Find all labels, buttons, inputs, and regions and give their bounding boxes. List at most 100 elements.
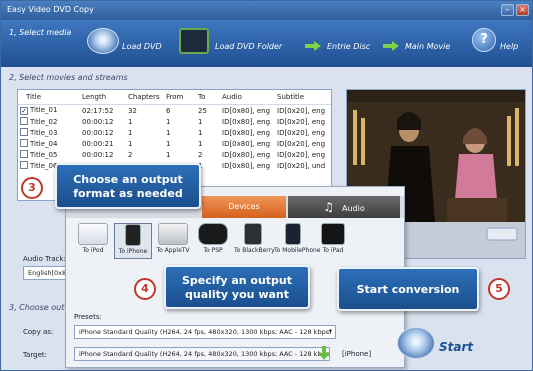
title-text: Title_04 [30, 140, 58, 148]
device-psp[interactable]: To PSP [194, 223, 232, 259]
row-checkbox[interactable] [20, 150, 28, 158]
audio-cell: ID[0x80], eng [222, 150, 271, 159]
green-arrow-icon [383, 41, 399, 51]
title-cell: Title_03 [18, 127, 80, 138]
step1-label: 1, Select media [9, 28, 72, 37]
device-label: To MobilePhone [274, 247, 321, 254]
presets-label: Presets: [74, 313, 102, 321]
dvd-disc-icon [87, 28, 119, 54]
subtitle-cell: ID[0x20], eng [277, 106, 326, 115]
device-label: To BlackBerry [234, 247, 275, 254]
chapters-cell: 1 [128, 128, 133, 137]
device-label: To AppleTV [156, 247, 190, 254]
table-row[interactable]: Title_05 00:00:12 2 1 2 ID[0x80], eng ID[0x20]… [18, 149, 331, 160]
audio-cell: ID[0x80], eng [222, 128, 271, 137]
callout-text: format as needed [73, 187, 183, 200]
minimize-button[interactable]: – [501, 4, 514, 16]
title-cell: Title_04 [18, 138, 80, 149]
appletv-icon [158, 223, 188, 245]
subtitle-cell: ID[0x20], und [277, 161, 326, 170]
title-text: Title_06 [30, 162, 58, 170]
tab-audio[interactable]: ♫ Audio [288, 196, 400, 218]
table-row[interactable]: Title_02 00:00:12 1 1 1 ID[0x80], eng ID[0x20]… [18, 116, 331, 127]
title-text: Title_02 [30, 118, 58, 126]
col-chapters[interactable]: Chapters [126, 90, 164, 105]
window-title: Easy Video DVD Copy [7, 5, 94, 14]
audio-cell: ID[0x80], eng [222, 106, 271, 115]
media-toolbar: 1, Select media Load DVD Load DVD Folder… [1, 20, 532, 67]
callout-number-4: 4 [134, 278, 156, 300]
col-to[interactable]: To [196, 90, 220, 105]
subtitle-cell: ID[0x20], eng [277, 128, 326, 137]
callout-choose-format: Choose an output format as needed [55, 163, 201, 209]
row-checkbox[interactable] [20, 139, 28, 147]
callout-specify-quality: Specify an output quality you want [164, 265, 310, 309]
copy-as-label: Copy as: [23, 328, 54, 336]
title-text: Title_03 [30, 129, 58, 137]
from-cell: 1 [166, 117, 171, 126]
film-folder-icon [179, 28, 209, 54]
title-cell: Title_02 [18, 116, 80, 127]
title-text: Title_05 [30, 151, 58, 159]
length-cell: 00:00:12 [82, 150, 114, 159]
col-subtitle[interactable]: Subtitle [275, 90, 331, 105]
col-audio[interactable]: Audio [220, 90, 275, 105]
start-label: Start [439, 340, 474, 354]
row-checkbox[interactable]: ✓ [20, 107, 28, 115]
device-label: To PSP [203, 247, 223, 254]
device-label: To iPhone [118, 248, 148, 255]
audio-cell: ID[0x80], eng [222, 139, 271, 148]
device-ipod[interactable]: To iPod [74, 223, 112, 259]
from-cell: 1 [166, 128, 171, 137]
to-cell: 1 [198, 128, 203, 137]
chapters-cell: 2 [128, 150, 133, 159]
col-title[interactable]: Title [18, 90, 80, 105]
table-row[interactable]: Title_03 00:00:12 1 1 1 ID[0x80], eng ID[0x20]… [18, 127, 331, 138]
chapters-cell: 1 [128, 139, 133, 148]
app-window: Easy Video DVD Copy – × 1, Select media … [0, 0, 533, 371]
row-checkbox[interactable] [20, 128, 28, 136]
device-label: To iPad [322, 247, 344, 254]
callout-text: Choose an output [73, 173, 183, 186]
table-row[interactable]: ✓ Title_01 02:17:52 32 6 25 ID[0x80], eng ID[0x… [18, 105, 331, 117]
callout-number-3: 3 [21, 177, 43, 199]
close-button[interactable]: × [516, 4, 529, 16]
tab-devices[interactable]: Devices [202, 196, 286, 218]
section3-label: 3, Choose out [9, 303, 65, 312]
presets-select[interactable]: iPhone Standard Quality (H264, 24 fps, 4… [74, 325, 336, 339]
device-ipad[interactable]: To iPad [314, 223, 352, 259]
subtitle-cell: ID[0x20], eng [277, 139, 326, 148]
subtitle-cell: ID[0x20], eng [277, 150, 326, 159]
from-cell: 6 [166, 106, 171, 115]
col-from[interactable]: From [164, 90, 196, 105]
iphone-icon [125, 224, 141, 246]
callout-start-conversion: Start conversion [337, 267, 479, 311]
target-label: Target: [23, 351, 48, 359]
psp-icon [198, 223, 228, 245]
chevron-down-icon: ▾ [328, 327, 332, 335]
row-checkbox[interactable] [20, 161, 28, 169]
table-row[interactable]: Title_04 00:00:21 1 1 1 ID[0x80], eng ID[0x20]… [18, 138, 331, 149]
from-cell: 1 [166, 150, 171, 159]
title-cell: ✓ Title_01 [18, 105, 80, 117]
table-header-row: Title Length Chapters From To Audio Subt… [18, 90, 331, 105]
device-appletv[interactable]: To AppleTV [154, 223, 192, 259]
length-cell: 00:00:12 [82, 117, 114, 126]
device-blackberry[interactable]: To BlackBerry [234, 223, 275, 259]
blackberry-icon [244, 223, 262, 245]
to-cell: 1 [198, 139, 203, 148]
device-mobilephone[interactable]: To MobilePhone [274, 223, 321, 259]
callout-text: quality you want [185, 288, 289, 301]
to-cell: 25 [198, 106, 207, 115]
row-checkbox[interactable] [20, 117, 28, 125]
device-iphone[interactable]: To iPhone [114, 223, 152, 259]
callout-number-5: 5 [488, 278, 510, 300]
download-arrow-icon[interactable] [318, 346, 330, 360]
col-length[interactable]: Length [80, 90, 126, 105]
to-cell: 2 [198, 150, 203, 159]
start-disc-icon [397, 327, 435, 359]
chapters-cell: 1 [128, 117, 133, 126]
length-cell: 00:00:12 [82, 128, 114, 137]
entire-disc-label: Entrie Disc [327, 42, 371, 51]
audio-track-select[interactable]: English[0x80 [23, 266, 67, 280]
